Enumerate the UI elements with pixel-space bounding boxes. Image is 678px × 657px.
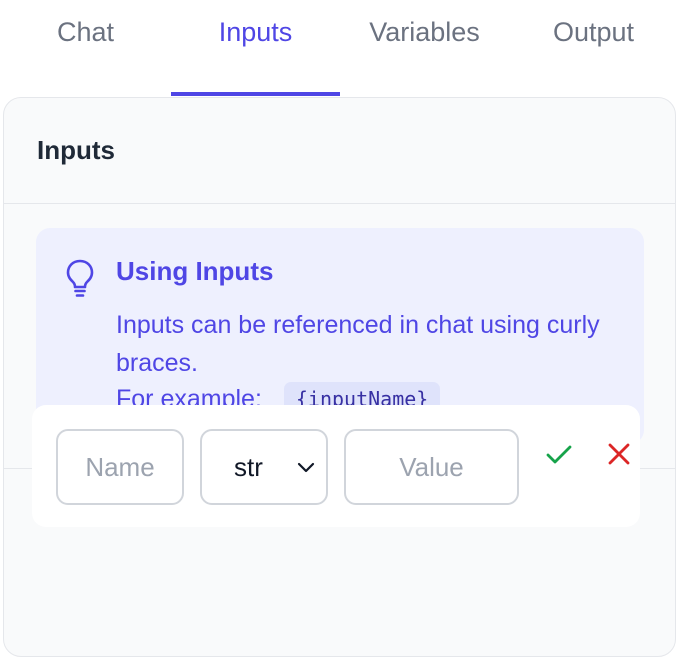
info-title: Using Inputs xyxy=(116,256,274,286)
chevron-down-icon xyxy=(297,462,315,473)
tab-bar: Chat Inputs Variables Output xyxy=(0,0,678,96)
active-tab-indicator xyxy=(171,92,340,96)
panel-header: Inputs xyxy=(4,98,675,204)
type-select[interactable]: str xyxy=(200,429,328,505)
tab-variables[interactable]: Variables xyxy=(340,0,509,96)
lightbulb-icon xyxy=(66,259,94,297)
inputs-panel: Inputs Using Inputs Inputs can be refere… xyxy=(3,97,676,657)
info-text: Inputs can be referenced in chat using c… xyxy=(116,311,600,377)
tab-output[interactable]: Output xyxy=(509,0,678,96)
close-icon[interactable] xyxy=(604,439,634,469)
check-icon[interactable] xyxy=(544,439,574,469)
panel-title: Inputs xyxy=(37,135,115,165)
tab-output-label: Output xyxy=(552,17,635,47)
tab-chat-label: Chat xyxy=(56,17,115,47)
new-input-row: Name str Value xyxy=(32,405,640,527)
value-input[interactable]: Value xyxy=(344,429,519,505)
tab-inputs[interactable]: Inputs xyxy=(171,0,340,96)
tab-inputs-label: Inputs xyxy=(218,17,293,47)
type-value: str xyxy=(234,451,263,482)
value-placeholder: Value xyxy=(399,451,464,482)
tab-chat[interactable]: Chat xyxy=(0,0,171,96)
tab-variables-label: Variables xyxy=(369,17,480,47)
name-placeholder: Name xyxy=(85,451,155,482)
name-input[interactable]: Name xyxy=(56,429,184,505)
